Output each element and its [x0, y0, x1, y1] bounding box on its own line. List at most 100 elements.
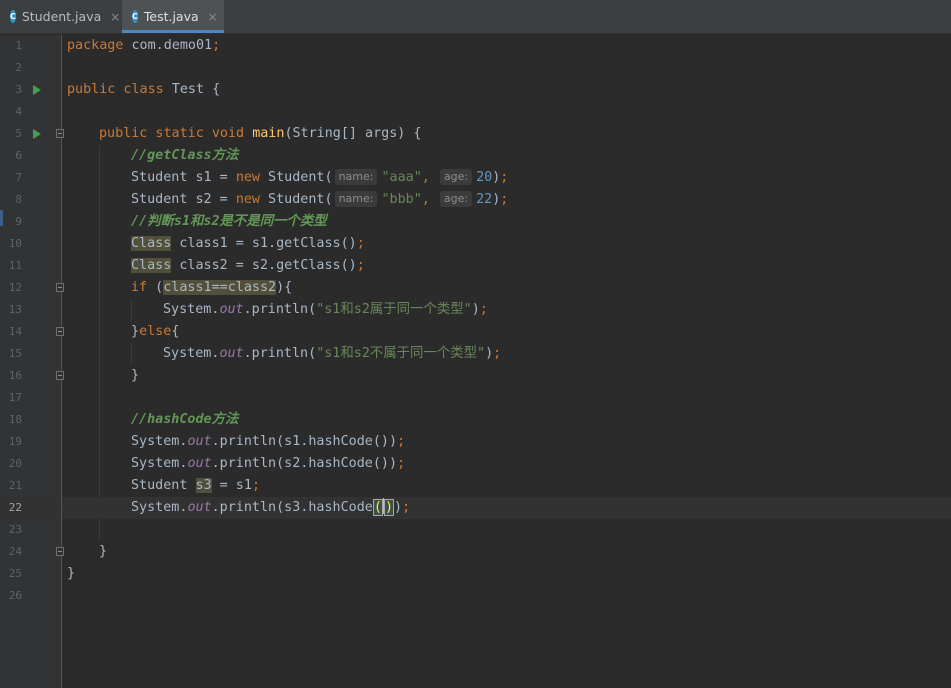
code-line[interactable]: Student s2 = new Student(name: "bbb", age… [62, 189, 951, 211]
run-main-icon[interactable] [33, 129, 41, 139]
code-line[interactable]: }else{ [62, 321, 951, 343]
code-line[interactable]: System.out.println("s1和s2不属于同一个类型"); [62, 343, 951, 365]
code-text: } [131, 368, 140, 383]
keyword: package [67, 38, 124, 53]
code-line[interactable]: System.out.println("s1和s2属于同一个类型"); [62, 299, 951, 321]
parameter-hint: name: [334, 191, 378, 207]
code-text: } [67, 566, 76, 581]
tab-student-java[interactable]: C Student.java × [0, 0, 122, 33]
code-line[interactable]: //getClass方法 [62, 145, 951, 167]
method-params: (String[] args) { [284, 126, 422, 141]
keyword: new [235, 170, 260, 185]
keyword: public static void [99, 126, 245, 141]
static-field: out [187, 434, 212, 449]
highlighted-usage: Class [131, 236, 172, 251]
comment: //hashCode方法 [131, 412, 239, 427]
code-line[interactable]: Class class1 = s1.getClass(); [62, 233, 951, 255]
code-text: System. [131, 500, 188, 515]
line-number: 21 [8, 479, 22, 492]
class-declaration: Test { [163, 82, 221, 97]
keyword: new [235, 192, 260, 207]
code-line[interactable]: Student s1 = new Student(name: "aaa", age… [62, 167, 951, 189]
code-text: System. [163, 346, 220, 361]
package-name: com.demo01 [123, 38, 213, 53]
code-text: ) [471, 302, 480, 317]
number-literal: 20 [476, 170, 493, 185]
line-number: 6 [15, 149, 22, 162]
code-line[interactable]: public class Test { [62, 79, 951, 101]
code-editor[interactable]: package com.demo01; public class Test { … [62, 35, 951, 688]
line-number: 8 [15, 193, 22, 206]
semicolon: ; [397, 456, 406, 471]
semicolon: ; [500, 170, 509, 185]
comma: , [421, 170, 430, 185]
line-number: 1 [15, 39, 22, 52]
code-line[interactable]: Class class2 = s2.getClass(); [62, 255, 951, 277]
line-number-current: 22 [8, 501, 22, 514]
editor-gutter[interactable]: 1 2 3 4 5 6 7 8 9 10 11 12 13 14 15 16 1… [0, 35, 64, 688]
java-class-icon: C [10, 10, 16, 23]
line-number: 14 [8, 325, 22, 338]
comment: //getClass方法 [131, 148, 239, 163]
parameter-hint: age: [439, 169, 473, 185]
code-line[interactable]: System.out.println(s2.hashCode()); [62, 453, 951, 475]
semicolon: ; [251, 478, 260, 493]
parameter-hint: name: [334, 169, 378, 185]
code-text: ( [147, 280, 164, 295]
code-text: ){ [276, 280, 293, 295]
code-line[interactable]: public static void main(String[] args) { [62, 123, 951, 145]
line-number: 24 [8, 545, 22, 558]
keyword: else [139, 324, 172, 339]
code-line-current[interactable]: System.out.println(s3.hashCode()); [62, 497, 951, 519]
code-text: System. [131, 434, 188, 449]
tab-test-java[interactable]: C Test.java × [122, 0, 224, 33]
code-text: { [171, 324, 180, 339]
line-number: 15 [8, 347, 22, 360]
semicolon: ; [356, 236, 365, 251]
line-number: 18 [8, 413, 22, 426]
highlighted-usage: s3 [195, 478, 212, 493]
code-line[interactable]: } [62, 365, 951, 387]
code-line[interactable]: } [62, 563, 951, 585]
static-field: out [219, 302, 244, 317]
highlighted-usage: Class [131, 258, 172, 273]
line-number: 17 [8, 391, 22, 404]
line-number: 19 [8, 435, 22, 448]
line-number: 3 [15, 83, 22, 96]
code-line[interactable]: //hashCode方法 [62, 409, 951, 431]
code-text: } [131, 324, 140, 339]
method-name: main [252, 126, 285, 141]
code-text: System. [131, 456, 188, 471]
code-line[interactable]: package com.demo01; [62, 35, 951, 57]
string-literal: "s1和s2不属于同一个类型" [316, 346, 486, 361]
semicolon: ; [212, 38, 221, 53]
line-number: 12 [8, 281, 22, 294]
code-text: Student( [260, 192, 333, 207]
run-class-icon[interactable] [33, 85, 41, 95]
string-literal: "aaa" [381, 170, 422, 185]
highlighted-usage: class1==class2 [163, 280, 277, 295]
code-line[interactable]: } [62, 541, 951, 563]
static-field: out [187, 456, 212, 471]
code-line[interactable]: System.out.println(s1.hashCode()); [62, 431, 951, 453]
static-field: out [219, 346, 244, 361]
code-line[interactable]: //判断s1和s2是不是同一个类型 [62, 211, 951, 233]
line-number: 2 [15, 61, 22, 74]
close-icon[interactable]: × [208, 10, 218, 24]
semicolon: ; [402, 500, 411, 515]
static-field: out [187, 500, 212, 515]
semicolon: ; [500, 192, 509, 207]
code-line[interactable]: Student s3 = s1; [62, 475, 951, 497]
code-text: Student [131, 478, 196, 493]
code-text: .println(s1.hashCode()) [211, 434, 398, 449]
code-line[interactable]: if (class1==class2){ [62, 277, 951, 299]
matched-brace-close: ) [383, 499, 394, 516]
tab-label: Student.java [21, 9, 102, 24]
code-text: ) [485, 346, 494, 361]
code-text: = s1 [211, 478, 252, 493]
line-number: 9 [15, 215, 22, 228]
line-number: 11 [8, 259, 22, 272]
line-number: 7 [15, 171, 22, 184]
close-icon[interactable]: × [110, 10, 120, 24]
ide-window: C Student.java × C Test.java × 1 2 3 4 5… [0, 0, 951, 688]
